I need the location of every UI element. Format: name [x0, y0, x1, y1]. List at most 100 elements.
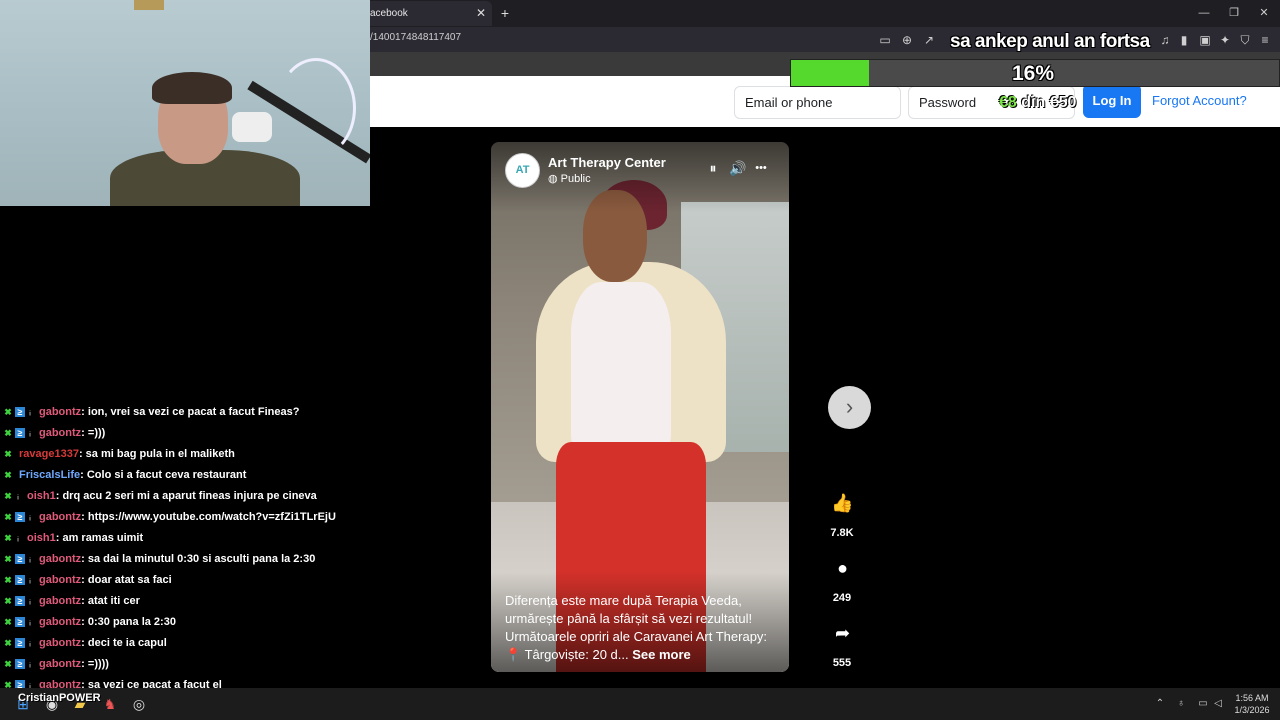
chat-text: : =)))) [81, 658, 109, 670]
chat-message: ✖ ≥ ᵢ gabontz: https://www.youtube.com/watc… [3, 511, 336, 529]
page-avatar[interactable]: AT [505, 153, 540, 188]
menu-icon[interactable]: ≡ [1257, 32, 1273, 48]
chat-message: ✖ ≥ ᵢ gabontz: sa dai la minutul 0:30 si as… [3, 553, 315, 571]
goal-amount: €8 din €50 [999, 94, 1076, 116]
chat-text: : drq acu 2 seri mi a aparut fineas inju… [55, 490, 317, 502]
sub-badge-icon: ≥ [15, 659, 25, 670]
chat-message: ✖ ≥ ᵢ gabontz: sa vezi ce pacat a facut el [3, 679, 222, 688]
video-shirt [571, 282, 671, 452]
chat-username[interactable]: gabontz [39, 658, 81, 670]
chat-username[interactable]: gabontz [39, 511, 81, 523]
mic-tray-icon[interactable]: ♁ [1174, 697, 1188, 711]
shield-icon[interactable]: ⛉ [1237, 32, 1253, 48]
mod-badge-icon: ✖ [4, 659, 12, 670]
browser-tab[interactable]: acebook [362, 1, 492, 26]
zoom-icon[interactable]: ⊕ [899, 32, 915, 48]
pause-icon[interactable]: ⏸ [704, 159, 722, 177]
chat-message: ✖ ≥ ᵢ gabontz: deci te ia capul [3, 637, 167, 655]
tray-chevron-icon[interactable]: ⌃ [1153, 697, 1167, 711]
mod-badge-icon: ✖ [4, 449, 12, 460]
chat-text: : ion, vrei sa vezi ce pacat a facut Fin… [81, 406, 300, 418]
chat-username[interactable]: oish1 [27, 532, 56, 544]
volume-icon[interactable]: 🔊 [729, 159, 747, 177]
stream-chat: ✖ ≥ ᵢ gabontz: ion, vrei sa vezi ce pacat a… [0, 388, 370, 688]
like-count: 7.8K [830, 527, 854, 539]
vip-badge-icon: ᵢ [29, 659, 31, 670]
next-video-button[interactable]: › [828, 386, 871, 429]
chat-username[interactable]: gabontz [39, 637, 81, 649]
vip-badge-icon: ᵢ [29, 554, 31, 565]
visibility-label: ◍ Public [548, 172, 591, 185]
chat-message: ✖ FriscalsLife: Colo si a facut ceva rest… [3, 469, 246, 487]
close-window-button[interactable]: ✕ [1254, 4, 1274, 22]
music-icon[interactable]: ♫ [1157, 32, 1173, 48]
wallet-icon[interactable]: ▣ [1197, 32, 1213, 48]
webcam-feed [0, 0, 370, 206]
mic-cable [276, 58, 356, 158]
page-name-link[interactable]: Art Therapy Center [548, 155, 666, 170]
video-caption: Diferența este mare după Terapia Veeda, … [505, 592, 780, 664]
progress-percent-label: 16% [1012, 62, 1055, 85]
mod-badge-icon: ✖ [4, 680, 12, 688]
see-more-link[interactable]: See more [629, 647, 691, 662]
obs-icon[interactable]: ◎ [130, 695, 148, 713]
chat-message: ✖ ≥ ᵢ gabontz: doar atat sa faci [3, 574, 171, 592]
mod-badge-icon: ✖ [4, 533, 12, 544]
email-field[interactable]: Email or phone [734, 86, 901, 119]
chat-username[interactable]: gabontz [39, 574, 81, 586]
chat-text: : deci te ia capul [81, 637, 167, 649]
share-icon[interactable]: ↗ [921, 32, 937, 48]
chat-username[interactable]: gabontz [39, 616, 81, 628]
chat-username[interactable]: gabontz [39, 679, 81, 688]
mod-badge-icon: ✖ [4, 428, 12, 439]
vip-badge-icon: ᵢ [29, 407, 31, 418]
forgot-account-link[interactable]: Forgot Account? [1152, 93, 1247, 108]
ai-sparkle-icon[interactable]: ✦ [1217, 32, 1233, 48]
clock-time: 1:56 AM [1235, 693, 1269, 703]
vip-badge-icon: ᵢ [29, 575, 31, 586]
chat-username[interactable]: gabontz [39, 427, 81, 439]
mod-badge-icon: ✖ [4, 554, 12, 565]
network-icon[interactable]: ▭ [1196, 697, 1210, 711]
video-player[interactable]: AT Art Therapy Center ◍ Public ⏸ 🔊 ••• D… [491, 142, 789, 672]
close-tab-icon[interactable]: ✕ [474, 4, 488, 22]
vip-badge-icon: ᵢ [17, 533, 19, 544]
chat-message: ✖ ravage1337: sa mi bag pula in el malike… [3, 448, 235, 466]
like-icon[interactable]: 👍 [825, 486, 860, 521]
url-text[interactable]: /1400174848117407 [370, 32, 461, 43]
chat-message: ✖ ≥ ᵢ gabontz: 0:30 pana la 2:30 [3, 616, 176, 634]
microphone [232, 112, 272, 142]
minimize-window-button[interactable]: — [1194, 4, 1214, 22]
vip-badge-icon: ᵢ [29, 596, 31, 607]
more-options-icon[interactable]: ••• [752, 159, 770, 177]
chat-username[interactable]: oish1 [27, 490, 56, 502]
share-count: 555 [832, 657, 852, 669]
share-icon[interactable]: ➦ [825, 616, 860, 651]
progress-fill [791, 60, 870, 86]
vip-badge-icon: ᵢ [29, 428, 31, 439]
taskbar: ⊞ ◉ ▰ ♞ ◎ ⌃ ♁ ▭ ◁ 1:56 AM 1/3/2026 [0, 688, 1280, 720]
login-button[interactable]: Log In [1083, 84, 1141, 118]
restore-window-button[interactable]: ❐ [1224, 4, 1244, 22]
comment-icon[interactable]: ● [825, 551, 860, 586]
chat-text: : atat iti cer [81, 595, 140, 607]
mod-badge-icon: ✖ [4, 470, 12, 481]
chat-message: ✖ ᵢ oish1: drq acu 2 seri mi a aparut fine… [3, 490, 317, 508]
chat-username[interactable]: ravage1337 [19, 448, 79, 460]
chat-username[interactable]: gabontz [39, 406, 81, 418]
chat-text: : 0:30 pana la 2:30 [81, 616, 176, 628]
system-clock[interactable]: 1:56 AM 1/3/2026 [1228, 692, 1276, 716]
new-tab-button[interactable]: + [498, 4, 512, 22]
goal-text: din €50 [1016, 94, 1077, 111]
stream-headline: sa ankep anul an fortsa [950, 31, 1150, 52]
chat-username[interactable]: gabontz [39, 553, 81, 565]
brave-icon[interactable]: ♞ [101, 695, 119, 713]
sub-badge-icon: ≥ [15, 407, 25, 418]
mod-badge-icon: ✖ [4, 512, 12, 523]
chat-username[interactable]: FriscalsLife [19, 469, 80, 481]
chat-username[interactable]: gabontz [39, 595, 81, 607]
speaker-icon[interactable]: ◁ [1211, 697, 1225, 711]
sidebar-icon[interactable]: ▮ [1176, 32, 1192, 48]
reader-view-icon[interactable]: ▭ [877, 32, 893, 48]
sub-badge-icon: ≥ [15, 554, 25, 565]
